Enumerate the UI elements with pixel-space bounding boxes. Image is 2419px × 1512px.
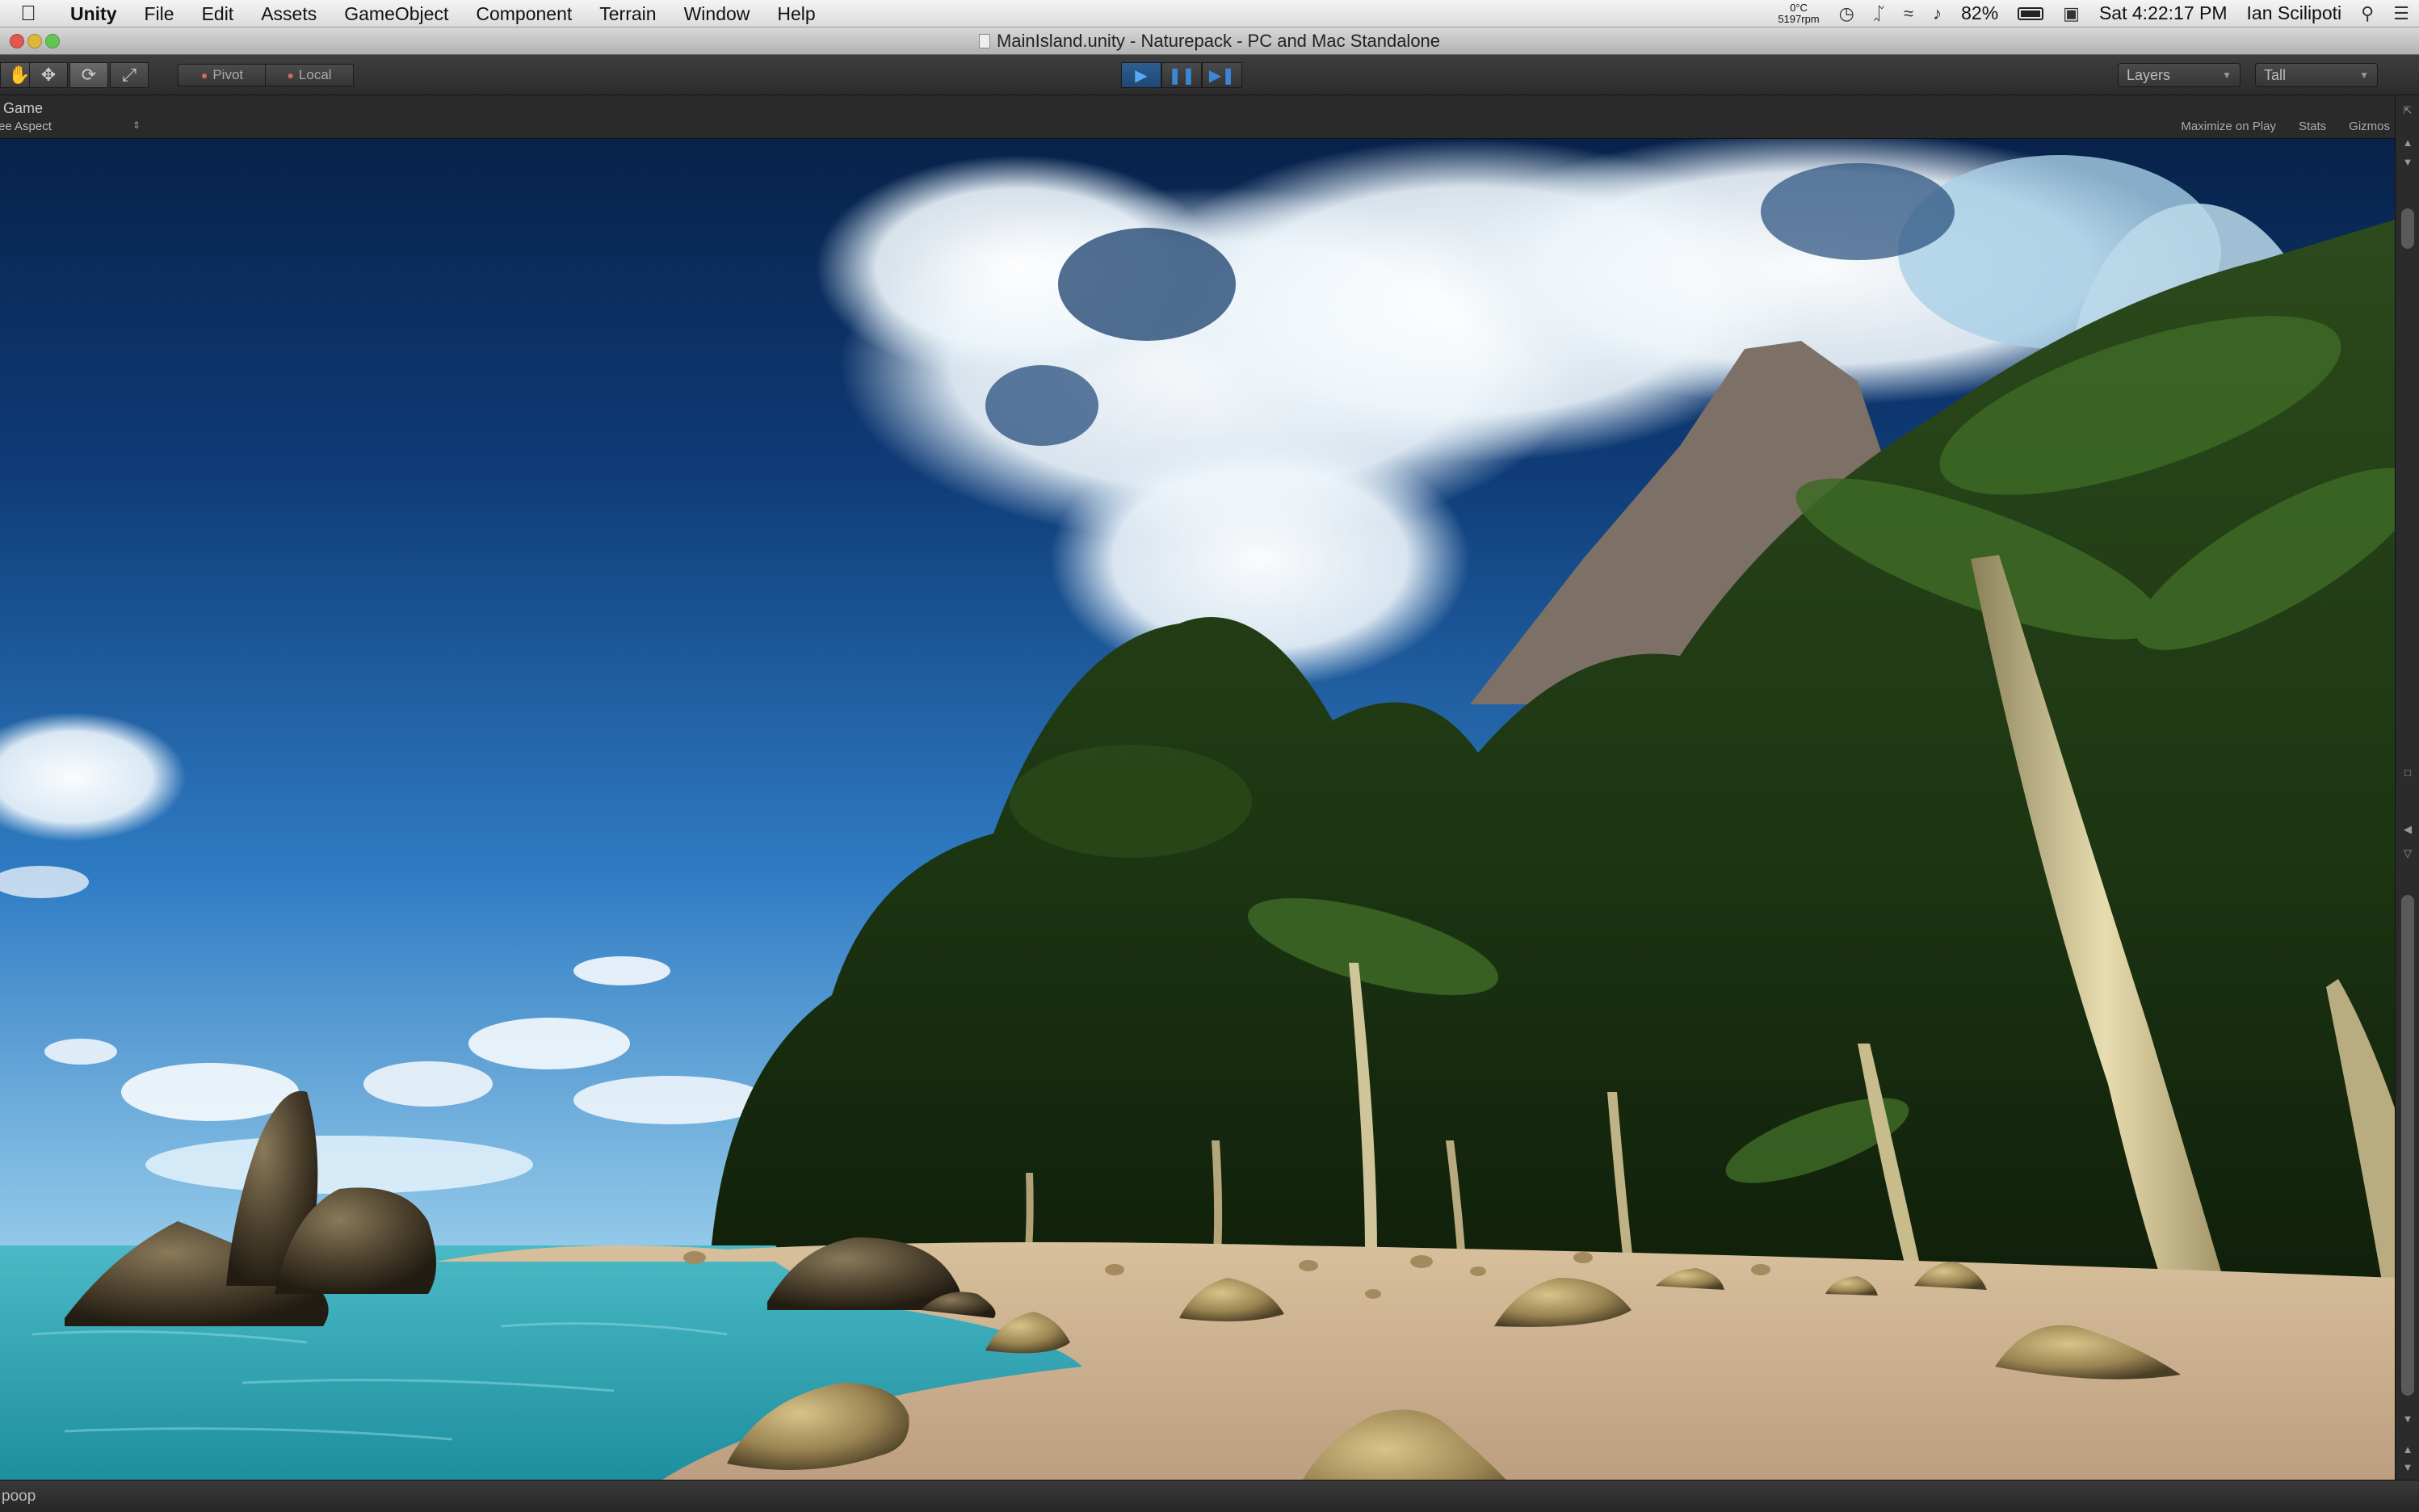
right-panel-strip: ⇱ ▲ ▼ □ ◀ ▽ ▼ ▲ ▼ <box>2395 95 2419 1480</box>
unity-toolbar: ✋ ✥ ⟳ ⤢ ● Pivot ● Local ▶ ❚❚ ▶❚ Layers ▼… <box>0 55 2419 95</box>
play-icon: ▶ <box>1135 66 1148 85</box>
local-label: Local <box>298 67 332 82</box>
step-icon: ▶❚ <box>1208 66 1236 85</box>
panel-lock-icon[interactable]: ⇱ <box>2400 103 2415 118</box>
scroll-up-icon[interactable]: ▲ <box>2400 136 2415 150</box>
pivot-icon: ● <box>200 69 208 82</box>
game-tab[interactable]: Game <box>3 100 43 117</box>
rotate-tool-button[interactable]: ⟳ <box>69 62 108 88</box>
apple-logo-icon[interactable]:  <box>0 1 57 26</box>
chevron-down-icon: ▼ <box>2222 69 2232 81</box>
console-message[interactable]: poop <box>2 1488 36 1505</box>
menu-terrain[interactable]: Terrain <box>586 0 670 27</box>
menu-file[interactable]: File <box>131 0 188 27</box>
stats-toggle[interactable]: Stats <box>2299 120 2326 133</box>
pivot-toggle-button[interactable]: ● Pivot <box>178 64 267 86</box>
play-button[interactable]: ▶ <box>1121 62 1161 88</box>
cloud-left <box>0 712 186 898</box>
aspect-dropdown[interactable]: ee Aspect ⇕ <box>0 120 141 133</box>
menu-assets[interactable]: Assets <box>247 0 330 27</box>
temperature-monitor[interactable]: 0°C 5197rpm <box>1778 2 1819 25</box>
menu-unity[interactable]: Unity <box>57 0 131 27</box>
scroll-step-up-icon[interactable]: ▲ <box>2400 1443 2415 1457</box>
maximize-on-play-toggle[interactable]: Maximize on Play <box>2181 120 2276 133</box>
menu-extras: 0°C 5197rpm ◷ ᛢ ≈ ♪ 82% ▣ Sat 4:22:17 PM… <box>1768 0 2419 27</box>
hand-icon: ✋ <box>8 65 31 85</box>
volume-icon[interactable]: ♪ <box>1933 3 1942 24</box>
menu-help[interactable]: Help <box>763 0 829 27</box>
move-icon: ✥ <box>40 65 57 85</box>
chevron-down-icon: ▼ <box>2359 69 2369 81</box>
rotate-icon: ⟳ <box>81 65 97 85</box>
scroll-down-icon[interactable]: ▼ <box>2400 155 2415 170</box>
spotlight-search-icon[interactable]: ⚲ <box>2361 3 2374 24</box>
clock[interactable]: Sat 4:22:17 PM <box>2099 2 2228 24</box>
window-title-bar: MainIsland.unity - Naturepack - PC and M… <box>0 27 2419 55</box>
layout-dropdown[interactable]: Tall ▼ <box>2255 63 2378 87</box>
pivot-label: Pivot <box>212 67 244 82</box>
move-tool-button[interactable]: ✥ <box>29 62 68 88</box>
scrollbar-thumb-upper[interactable] <box>2401 208 2414 249</box>
document-icon <box>978 33 990 48</box>
notification-center-icon[interactable]: ☰ <box>2393 3 2409 24</box>
menu-component[interactable]: Component <box>462 0 586 27</box>
time-machine-icon[interactable]: ◷ <box>1839 3 1854 24</box>
battery-percent[interactable]: 82% <box>1961 2 1998 24</box>
temperature-value: 0°C <box>1790 1 1808 14</box>
battery-icon[interactable] <box>2018 6 2044 20</box>
scale-tool-button[interactable]: ⤢ <box>110 62 149 88</box>
input-source-icon[interactable]: ▣ <box>2063 3 2080 24</box>
panel-trash-icon[interactable]: □ <box>2400 766 2415 780</box>
layout-label: Tall <box>2264 66 2287 83</box>
scroll-step-down-icon[interactable]: ▼ <box>2400 1460 2415 1475</box>
game-viewport[interactable] <box>0 139 2395 1480</box>
aspect-label: ee Aspect <box>0 120 52 133</box>
scale-icon: ⤢ <box>122 65 136 85</box>
fan-speed-value: 5197rpm <box>1778 12 1820 25</box>
window-zoom-button[interactable] <box>45 34 60 48</box>
scrollbar-thumb-lower[interactable] <box>2401 895 2414 1396</box>
menu-gameobject[interactable]: GameObject <box>330 0 462 27</box>
chevron-updown-icon: ⇕ <box>132 120 141 131</box>
scroll-down-lower-icon[interactable]: ▼ <box>2400 1412 2415 1426</box>
window-close-button[interactable] <box>10 34 24 48</box>
pause-button[interactable]: ❚❚ <box>1161 62 1202 88</box>
panel-dropdown-icon[interactable]: ▽ <box>2400 846 2415 861</box>
local-icon: ● <box>287 69 294 82</box>
status-bar: poop <box>0 1480 2419 1512</box>
menu-bar:  Unity File Edit Assets GameObject Comp… <box>0 0 2419 27</box>
layers-label: Layers <box>2127 66 2171 83</box>
wifi-icon[interactable]: ≈ <box>1904 3 1913 24</box>
game-view-header: Game ee Aspect ⇕ Maximize on Play Stats … <box>0 95 2419 139</box>
menu-window[interactable]: Window <box>670 0 764 27</box>
layers-dropdown[interactable]: Layers ▼ <box>2118 63 2241 87</box>
scene-render <box>0 139 2395 1480</box>
bluetooth-icon[interactable]: ᛢ <box>1874 3 1884 24</box>
panel-collapse-icon[interactable]: ◀ <box>2400 822 2415 837</box>
menu-edit[interactable]: Edit <box>188 0 248 27</box>
pause-icon: ❚❚ <box>1168 66 1195 85</box>
user-name[interactable]: Ian Scilipoti <box>2247 2 2342 24</box>
gizmos-dropdown[interactable]: Gizmos <box>2349 120 2390 133</box>
local-toggle-button[interactable]: ● Local <box>265 64 354 86</box>
window-title: MainIsland.unity - Naturepack - PC and M… <box>996 30 1441 51</box>
step-button[interactable]: ▶❚ <box>1202 62 1242 88</box>
clouds-horizon <box>44 956 767 1194</box>
game-view-options: Maximize on Play Stats Gizmos <box>2181 120 2390 133</box>
window-minimize-button[interactable] <box>27 34 42 48</box>
